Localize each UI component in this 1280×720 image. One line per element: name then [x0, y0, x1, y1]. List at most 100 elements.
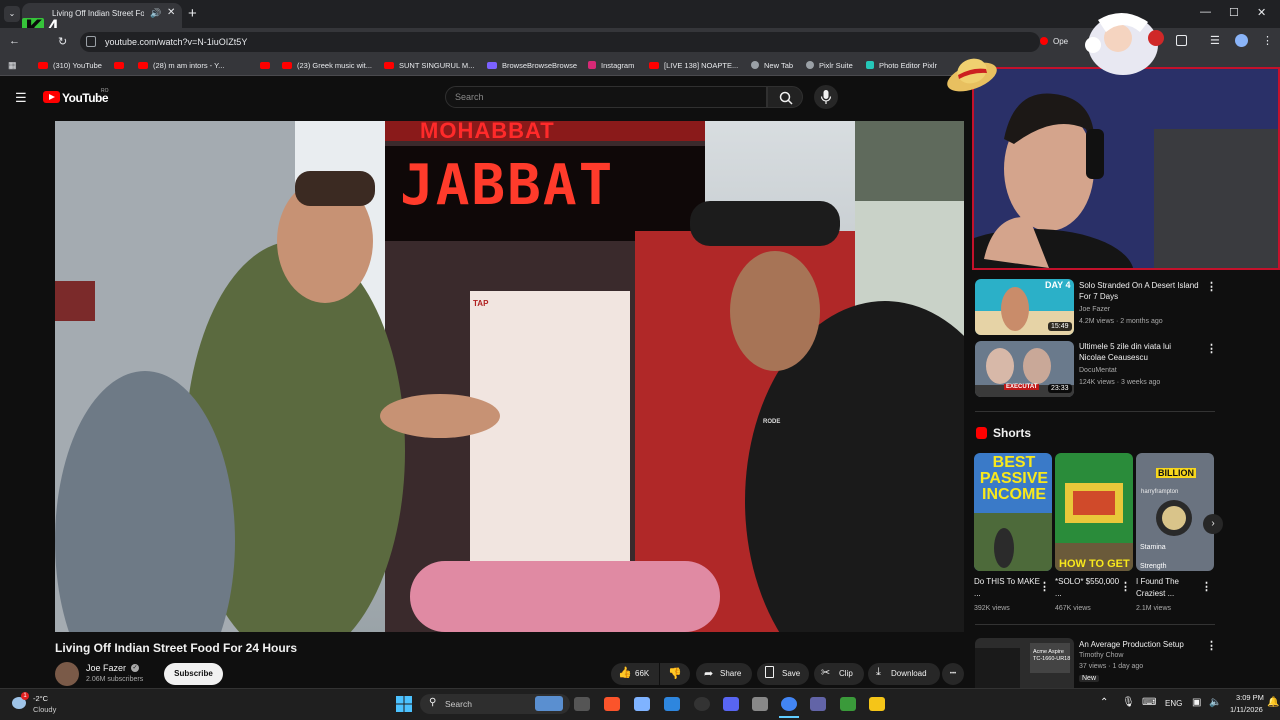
obs-icon[interactable] — [694, 697, 710, 711]
channel-avatar[interactable] — [55, 662, 79, 686]
bookmark-item[interactable]: (310) YouTube — [38, 61, 102, 70]
rec-title[interactable]: An Average Production Setup — [1079, 639, 1209, 650]
video-player[interactable]: MOHABBAT JABBAT TAP RODE — [55, 121, 964, 632]
language-indicator[interactable]: ENG — [1165, 699, 1182, 708]
calculator-icon[interactable] — [752, 697, 768, 711]
back-icon[interactable]: ← — [9, 35, 20, 47]
bookmark-item[interactable]: (23) Greek music wit... — [282, 61, 372, 70]
subscribe-button[interactable]: Subscribe — [164, 663, 223, 685]
brave-browser-icon[interactable] — [604, 697, 620, 711]
bookmark-item[interactable]: BrowseBrowseBrowse — [487, 61, 577, 70]
copilot-icon[interactable] — [634, 697, 650, 711]
like-count: 66K — [635, 669, 650, 678]
short-title[interactable]: *SOLO* $550,000 ... — [1055, 576, 1121, 600]
bookmark-item[interactable]: Pixlr Suite — [806, 61, 853, 70]
tray-mic-icon[interactable]: 🎙 — [1122, 697, 1135, 708]
short-thumb-text: BILLION — [1156, 468, 1196, 478]
dislike-button[interactable]: 👎 — [660, 663, 690, 685]
rec-thumbnail[interactable] — [975, 638, 1074, 688]
notifications-icon[interactable]: 🔔 — [1267, 697, 1279, 708]
more-actions-button[interactable]: ••• — [942, 663, 964, 685]
rec-channel[interactable]: DocuMentat — [1079, 367, 1117, 374]
app-icon[interactable] — [664, 697, 680, 711]
short-menu-icon[interactable]: ⋮ — [1201, 580, 1212, 593]
rec-duration: 15:49 — [1048, 322, 1072, 331]
pixlr-editor-favicon — [866, 61, 874, 69]
bookmark-item[interactable]: [LIVE 138] NOAPTE... — [649, 61, 738, 70]
hamburger-menu-icon[interactable]: ☰ — [15, 90, 27, 106]
browser-menu-icon[interactable]: ⋮ — [1262, 34, 1273, 47]
rec-title[interactable]: Ultimele 5 zile din viata lui Nicolae Ce… — [1079, 341, 1199, 363]
bookmark-item[interactable] — [114, 61, 129, 70]
extensions-icon[interactable] — [1176, 35, 1187, 46]
maximize-button[interactable]: ☐ — [1229, 6, 1239, 19]
youtube-favicon — [38, 62, 48, 69]
chrome-icon[interactable] — [781, 697, 797, 711]
youtube-favicon — [282, 62, 292, 69]
short-menu-icon[interactable]: ⋮ — [1039, 580, 1050, 593]
instagram-favicon — [588, 61, 596, 69]
clock-date[interactable]: 1/11/2026 — [1230, 705, 1263, 714]
site-info-icon[interactable] — [86, 36, 96, 47]
open-in-app-label[interactable]: Ope — [1053, 37, 1068, 46]
short-title[interactable]: Do THIS To MAKE ... — [974, 576, 1040, 600]
bookmark-item[interactable] — [260, 61, 275, 70]
windows-start-icon[interactable] — [396, 696, 412, 712]
short-title[interactable]: I Found The Craziest ... — [1136, 576, 1202, 600]
shorts-next-arrow-icon[interactable]: › — [1203, 514, 1223, 534]
logo-country-code: RO — [101, 88, 109, 94]
search-input[interactable] — [445, 86, 767, 108]
scene-shirt-text: RODE — [763, 419, 781, 425]
rec-menu-icon[interactable]: ⋮ — [1206, 280, 1217, 293]
short-thumb-sub2: Strength — [1140, 563, 1167, 570]
short-thumb-name: harryframpton — [1141, 489, 1179, 495]
short-views: 2.1M views — [1136, 605, 1172, 612]
bookmark-item[interactable]: Instagram — [588, 61, 634, 70]
task-view-icon[interactable] — [574, 697, 590, 711]
tray-chevron-icon[interactable]: ⌃ — [1100, 697, 1108, 708]
rec-menu-icon[interactable]: ⋮ — [1206, 639, 1217, 652]
bookmark-item[interactable]: Photo Editor Pixlr — [866, 61, 937, 70]
channel-name[interactable]: Joe Fazer — [86, 663, 126, 673]
minimize-button[interactable]: — — [1200, 6, 1211, 18]
teams-icon[interactable] — [810, 697, 826, 711]
tab-close-icon[interactable]: ✕ — [167, 7, 175, 18]
bookmark-item[interactable]: New Tab — [751, 61, 793, 70]
discord-icon[interactable] — [723, 697, 739, 711]
short-thumbnail[interactable] — [1055, 453, 1133, 571]
tab-search-button[interactable]: ⌄ — [4, 6, 20, 22]
network-icon[interactable]: ▣ — [1192, 697, 1201, 708]
tab-audio-icon[interactable]: 🔊 — [150, 8, 161, 19]
close-window-button[interactable]: ✕ — [1257, 6, 1266, 19]
shorts-heading: Shorts — [993, 426, 1032, 440]
weather-temp[interactable]: -2°C — [33, 694, 48, 703]
bookmark-item[interactable]: (28) m am intors - Y... — [138, 61, 224, 70]
section-divider — [975, 624, 1215, 625]
clock-time[interactable]: 3:09 PM — [1236, 693, 1264, 702]
app-icon[interactable] — [840, 697, 856, 711]
new-badge: New — [1079, 675, 1100, 682]
profile-avatar[interactable] — [1235, 34, 1248, 47]
rec-menu-icon[interactable]: ⋮ — [1206, 342, 1217, 355]
bookmark-icon — [765, 666, 774, 678]
apps-grid-icon[interactable]: ▦ — [8, 60, 17, 71]
youtube-favicon — [114, 62, 124, 69]
new-tab-button[interactable]: + — [188, 5, 197, 22]
rec-duration: 23:33 — [1048, 384, 1072, 393]
file-explorer-icon[interactable] — [869, 697, 885, 711]
rec-channel[interactable]: Joe Fazer — [1079, 306, 1110, 313]
reading-list-icon[interactable]: ☰ — [1210, 34, 1220, 47]
url-text[interactable]: youtube.com/watch?v=N-1iuOIZt5Y — [105, 37, 247, 47]
voice-search-button[interactable] — [814, 85, 838, 109]
reload-icon[interactable]: ↻ — [58, 35, 67, 48]
verified-icon: ✓ — [131, 664, 139, 672]
rec-channel[interactable]: Timothy Chow — [1079, 652, 1123, 659]
weather-badge: 1 — [21, 692, 29, 700]
search-button[interactable] — [767, 86, 803, 108]
short-menu-icon[interactable]: ⋮ — [1120, 580, 1131, 593]
straw-hat-sticker — [945, 45, 1000, 100]
volume-icon[interactable]: 🔈 — [1209, 697, 1221, 708]
rec-title[interactable]: Solo Stranded On A Desert Island For 7 D… — [1079, 280, 1199, 302]
bookmark-item[interactable]: SUNT SINGURUL M... — [384, 61, 474, 70]
tray-keyboard-icon[interactable]: ⌨ — [1142, 697, 1156, 708]
